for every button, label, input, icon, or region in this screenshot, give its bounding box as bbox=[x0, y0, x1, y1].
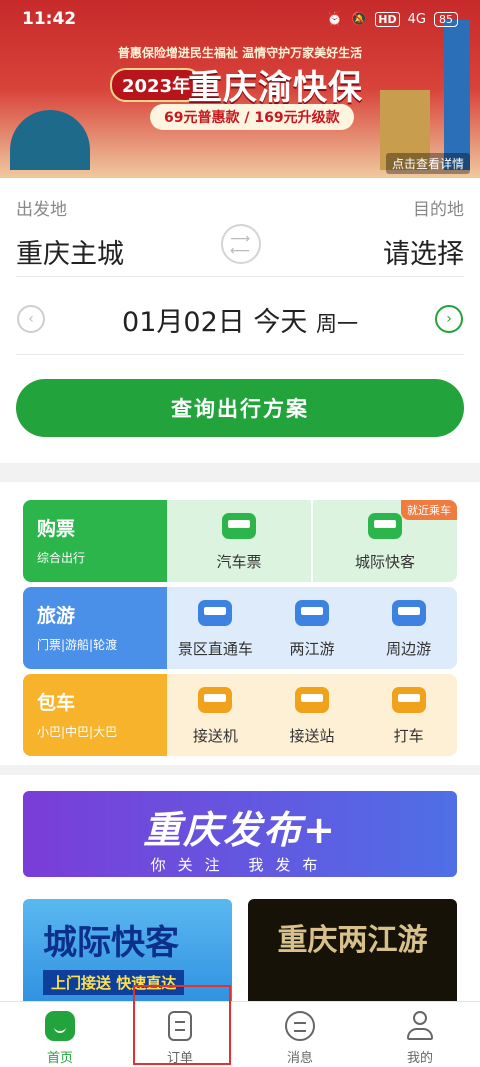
promo-title: 重庆发布+ bbox=[143, 808, 337, 852]
service-title: 旅游 bbox=[37, 605, 76, 627]
divider bbox=[16, 276, 464, 277]
service-label: 景区直通车 bbox=[177, 640, 253, 658]
promo-tile-title: 城际快客 bbox=[43, 923, 179, 963]
nearby-badge: 就近乘车 bbox=[401, 500, 457, 520]
bus-icon bbox=[222, 513, 256, 539]
divider bbox=[16, 354, 464, 355]
battery-indicator: 85 bbox=[434, 11, 458, 27]
date-day: 今天 bbox=[253, 307, 308, 338]
service-airport-transfer[interactable]: 接送机 bbox=[167, 674, 264, 756]
service-nearby-tour[interactable]: 周边游 bbox=[360, 587, 457, 669]
service-head-tickets[interactable]: 购票 综合出行 bbox=[23, 500, 167, 582]
service-subtitle: 门票|游船|轮渡 bbox=[37, 638, 118, 652]
message-icon bbox=[285, 1011, 315, 1041]
service-scenic-shuttle[interactable]: 景区直通车 bbox=[167, 587, 264, 669]
service-grid: 购票 综合出行 汽车票 就近乘车 城际快客 旅游 门票|游船|轮渡 景区直通车 … bbox=[0, 482, 480, 765]
service-subtitle: 小巴|中巴|大巴 bbox=[37, 725, 118, 739]
destination-field[interactable]: 请选择 bbox=[383, 232, 464, 271]
service-label: 周边游 bbox=[386, 640, 432, 658]
status-time: 11:42 bbox=[22, 9, 77, 29]
service-title: 包车 bbox=[37, 692, 76, 714]
banner-slogan: 普惠保险增进民生福祉 温情守护万家美好生活 bbox=[117, 46, 363, 60]
tab-messages[interactable]: 消息 bbox=[240, 1002, 360, 1067]
mute-icon: 🔕 bbox=[351, 11, 368, 27]
ship-icon bbox=[295, 600, 329, 626]
date-weekday: 周一 bbox=[315, 312, 358, 336]
service-row-tickets: 购票 综合出行 汽车票 就近乘车 城际快客 bbox=[23, 500, 457, 582]
banner-details-link[interactable]: 点击查看详情 bbox=[385, 153, 470, 174]
service-row-charter: 包车 小巴|中巴|大巴 接送机 接送站 打车 bbox=[23, 674, 457, 756]
swap-button[interactable]: ⟶ ⟵ bbox=[221, 224, 261, 264]
promo-banner[interactable]: 重庆发布+ 你关注 我发布 bbox=[23, 791, 457, 877]
service-two-rivers-tour[interactable]: 两江游 bbox=[264, 587, 361, 669]
order-icon bbox=[168, 1011, 192, 1041]
next-date-button[interactable]: › bbox=[435, 305, 463, 333]
service-label: 接送站 bbox=[289, 727, 335, 745]
prev-date-button[interactable]: ‹ bbox=[17, 305, 45, 333]
service-bus-ticket[interactable]: 汽车票 bbox=[167, 500, 311, 582]
service-subtitle: 综合出行 bbox=[37, 551, 86, 565]
scenic-bus-icon bbox=[198, 600, 233, 626]
promo-area: 重庆发布+ 你关注 我发布 城际快客 上门接送 快速直达 重庆两江游 bbox=[0, 775, 480, 1001]
banner-price: 69元普惠款 / 169元升级款 bbox=[150, 104, 354, 130]
service-label: 接送机 bbox=[192, 727, 238, 745]
tab-orders[interactable]: 订单 bbox=[120, 1002, 240, 1067]
tab-label: 首页 bbox=[46, 1051, 73, 1066]
tab-label: 消息 bbox=[286, 1051, 313, 1066]
alarm-icon: ⏰ bbox=[326, 11, 344, 27]
service-taxi[interactable]: 打车 bbox=[360, 674, 457, 756]
service-label: 两江游 bbox=[289, 640, 335, 658]
ad-banner[interactable]: 11:42 ⏰ 🔕 HD 4G 85 普惠保险增进民生福祉 温情守护万家美好生活… bbox=[0, 0, 480, 178]
route-search-card: 出发地 目的地 重庆主城 ⟶ ⟵ 请选择 01月02日 今天 周一 ‹ › 查询… bbox=[0, 178, 480, 463]
tab-profile[interactable]: 我的 bbox=[360, 1002, 480, 1067]
promo-tile-river-tour[interactable]: 重庆两江游 bbox=[248, 899, 457, 1001]
origin-label: 出发地 bbox=[16, 200, 67, 220]
express-bus-icon bbox=[368, 513, 402, 539]
tab-label: 订单 bbox=[166, 1051, 193, 1066]
bottom-tab-bar: 首页 订单 消息 我的 bbox=[0, 1001, 480, 1067]
banner-title: 重庆渝快保 bbox=[188, 68, 363, 108]
tab-home[interactable]: 首页 bbox=[0, 1002, 120, 1067]
service-head-travel[interactable]: 旅游 门票|游船|轮渡 bbox=[23, 587, 167, 669]
service-label: 城际快客 bbox=[354, 553, 415, 571]
date-display[interactable]: 01月02日 今天 周一 bbox=[0, 300, 480, 339]
date-value: 01月02日 bbox=[122, 307, 245, 338]
origin-field[interactable]: 重庆主城 bbox=[16, 232, 124, 271]
chevron-right-icon: › bbox=[446, 311, 452, 327]
hd-icon: HD bbox=[375, 11, 400, 27]
promo-tile-subtitle: 上门接送 快速直达 bbox=[43, 970, 185, 995]
taxi-icon bbox=[391, 687, 426, 713]
destination-label: 目的地 bbox=[413, 200, 464, 220]
promo-tile-intercity[interactable]: 城际快客 上门接送 快速直达 bbox=[23, 899, 232, 1001]
service-title: 购票 bbox=[37, 518, 76, 540]
promo-subtitle: 你关注 我发布 bbox=[150, 856, 330, 874]
plane-car-icon bbox=[198, 687, 233, 713]
service-row-travel: 旅游 门票|游船|轮渡 景区直通车 两江游 周边游 bbox=[23, 587, 457, 669]
promo-tile-title: 重庆两江游 bbox=[277, 923, 428, 958]
location-car-icon bbox=[295, 687, 329, 713]
service-station-transfer[interactable]: 接送站 bbox=[264, 674, 361, 756]
service-label: 打车 bbox=[393, 727, 424, 745]
tab-label: 我的 bbox=[406, 1051, 433, 1066]
network-indicator: 4G bbox=[407, 11, 426, 27]
service-head-charter[interactable]: 包车 小巴|中巴|大巴 bbox=[23, 674, 167, 756]
home-icon bbox=[45, 1011, 75, 1041]
mountain-icon bbox=[391, 600, 426, 626]
status-bar: 11:42 ⏰ 🔕 HD 4G 85 bbox=[0, 0, 480, 38]
query-button[interactable]: 查询出行方案 bbox=[16, 379, 464, 437]
chevron-left-icon: ‹ bbox=[28, 311, 34, 327]
service-label: 汽车票 bbox=[216, 553, 262, 571]
user-icon bbox=[405, 1011, 435, 1041]
service-intercity-express[interactable]: 就近乘车 城际快客 bbox=[311, 500, 457, 582]
